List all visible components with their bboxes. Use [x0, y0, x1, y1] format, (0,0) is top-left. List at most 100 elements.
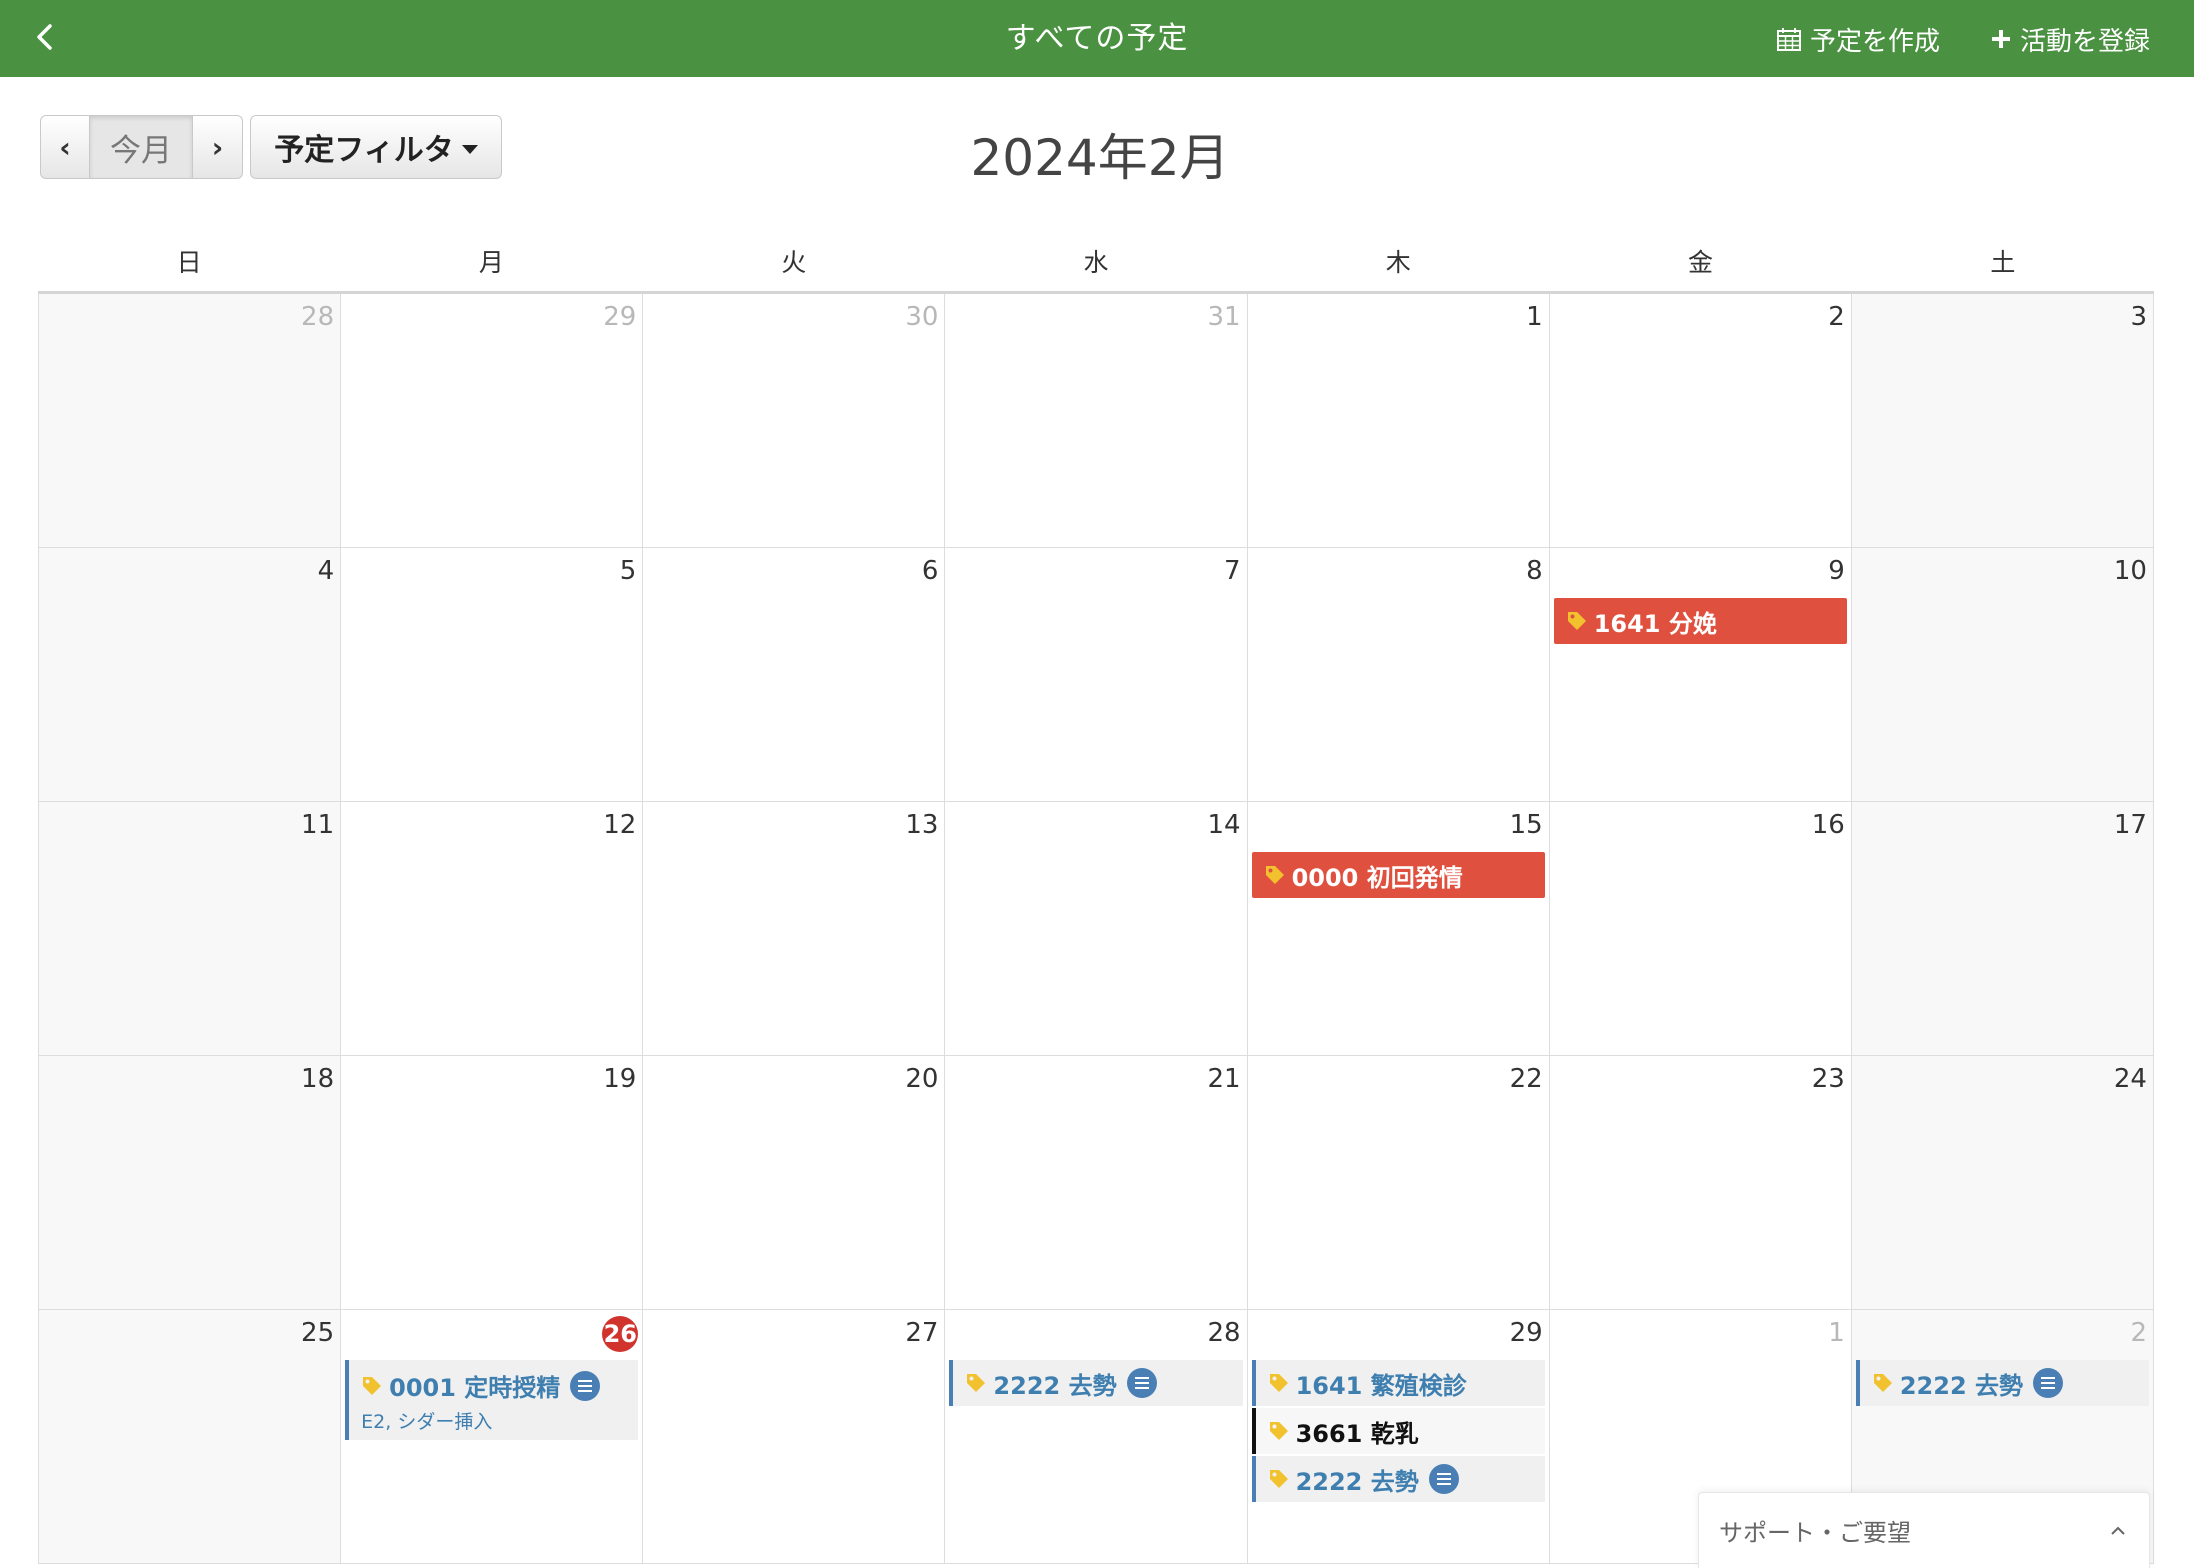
create-schedule-button[interactable]: 予定を作成: [1776, 14, 1940, 64]
tag-icon: [363, 1376, 382, 1395]
log-activity-label: 活動を登録: [2020, 26, 2151, 57]
day-cell[interactable]: 19: [340, 1056, 642, 1309]
schedule-filter-dropdown[interactable]: 予定フィルタ: [250, 115, 502, 179]
day-cell[interactable]: 1: [1246, 294, 1549, 547]
event-castration[interactable]: 2222 去勢: [1855, 1360, 2149, 1406]
day-number: 28: [1207, 1318, 1241, 1348]
memo-icon: [1126, 1368, 1157, 1398]
day-cell[interactable]: 9 1641 分娩: [1548, 548, 1851, 801]
day-cell[interactable]: 21: [944, 1056, 1246, 1309]
day-cell[interactable]: 28 2222 去勢: [944, 1310, 1246, 1563]
event-line: 1641 繁殖検診: [1268, 1366, 1537, 1401]
day-cell[interactable]: 8: [1246, 548, 1549, 801]
day-cell[interactable]: 7: [944, 548, 1246, 801]
day-number: 25: [301, 1318, 335, 1348]
day-cell[interactable]: 20: [642, 1056, 944, 1309]
day-cell[interactable]: 29: [340, 294, 642, 547]
day-number: 12: [603, 810, 637, 840]
day-cell[interactable]: 10: [1850, 548, 2154, 801]
tag-icon: [1269, 1470, 1288, 1488]
day-cell[interactable]: 13: [642, 802, 944, 1055]
month-nav-group: ‹ 今月 ›: [40, 115, 243, 179]
day-cell[interactable]: 25: [38, 1310, 341, 1563]
event-list: 0001 定時授精 E2, シダー挿入: [345, 1360, 639, 1442]
day-number: 6: [921, 556, 939, 586]
day-cell[interactable]: 3: [1850, 294, 2154, 547]
day-number: 22: [1509, 1064, 1543, 1094]
day-number: 7: [1224, 556, 1241, 586]
day-cell[interactable]: 23: [1548, 1056, 1851, 1309]
event-line: 2222 去勢: [1268, 1462, 1537, 1497]
day-cell[interactable]: 27: [642, 1310, 944, 1563]
event-breeding-check[interactable]: 1641 繁殖検診: [1251, 1360, 1545, 1406]
day-cell[interactable]: 31: [944, 294, 1246, 547]
day-number: 2: [1828, 302, 1845, 332]
day-number: 28: [301, 302, 335, 332]
day-number: 29: [603, 302, 637, 332]
day-cell[interactable]: 6: [642, 548, 944, 801]
day-number: 21: [1207, 1064, 1241, 1094]
day-cell[interactable]: 30: [642, 294, 944, 547]
app-header: すべての予定 予定を作成 活動を登録: [0, 0, 2194, 77]
tag-icon: [1269, 1374, 1288, 1392]
tag-icon: [967, 1374, 986, 1392]
next-month-button[interactable]: ›: [193, 115, 243, 179]
day-number: 20: [905, 1064, 939, 1094]
event-list: 2222 去勢: [1855, 1360, 2149, 1408]
week-row: 4 5 6 7 8 9 1641 分娩 10: [38, 548, 2154, 802]
weekday-wed: 水: [1083, 248, 1109, 277]
current-month-button[interactable]: 今月: [90, 115, 193, 179]
support-widget[interactable]: サポート・ご要望: [1698, 1492, 2150, 1568]
day-cell[interactable]: 16: [1548, 802, 1851, 1055]
tag-icon: [1265, 866, 1284, 884]
day-number: 10: [2113, 556, 2147, 586]
day-cell[interactable]: 15 0000 初回発情: [1246, 802, 1549, 1055]
day-cell[interactable]: 28: [38, 294, 341, 547]
day-cell-today[interactable]: 26 0001 定時授精 E2, シダー挿入: [340, 1310, 642, 1563]
event-dry-off[interactable]: 3661 乾乳: [1251, 1408, 1545, 1454]
day-cell[interactable]: 11: [38, 802, 341, 1055]
day-cell[interactable]: 12: [340, 802, 642, 1055]
day-number: 8: [1526, 556, 1543, 586]
day-cell[interactable]: 2: [1548, 294, 1851, 547]
day-cell[interactable]: 14: [944, 802, 1246, 1055]
log-activity-button[interactable]: 活動を登録: [1990, 14, 2150, 64]
week-row: 28 29 30 31 1 2 3: [38, 294, 2154, 548]
day-number: 27: [905, 1318, 939, 1348]
day-number: 17: [2113, 810, 2147, 840]
day-cell[interactable]: 24: [1850, 1056, 2154, 1309]
prev-month-button[interactable]: ‹: [40, 115, 90, 179]
weekday-sat: 土: [1990, 248, 2016, 277]
day-number: 1: [1828, 1318, 1845, 1348]
event-list: 1641 繁殖検診 3661 乾乳 2222 去勢: [1251, 1360, 1545, 1504]
chevron-left-icon: [37, 24, 52, 50]
back-button[interactable]: [22, 14, 68, 60]
event-list: 0000 初回発情: [1251, 852, 1545, 900]
day-cell[interactable]: 5: [340, 548, 642, 801]
tag-icon: [1269, 1422, 1288, 1440]
event-line: 3661 乾乳: [1268, 1414, 1537, 1449]
event-title: 0001 定時授精: [389, 1374, 561, 1402]
day-number: 24: [2113, 1064, 2147, 1094]
weekday-header: 日 月 火 水 木 金 土: [38, 240, 2154, 294]
day-number: 23: [1811, 1064, 1845, 1094]
event-first-estrus[interactable]: 0000 初回発情: [1251, 852, 1545, 898]
day-cell[interactable]: 18: [38, 1056, 341, 1309]
day-cell[interactable]: 22: [1246, 1056, 1549, 1309]
event-castration[interactable]: 2222 去勢: [949, 1360, 1243, 1406]
day-cell[interactable]: 4: [38, 548, 341, 801]
calendar-weeks: 28 29 30 31 1 2 3 4 5 6 7 8 9 1641 分娩 10…: [38, 294, 2154, 1564]
weekday-fri: 金: [1688, 248, 1714, 277]
memo-icon: [2033, 1368, 2063, 1398]
day-cell[interactable]: 29 1641 繁殖検診 3661 乾乳 2222 去勢: [1246, 1310, 1549, 1563]
day-cell[interactable]: 17: [1850, 802, 2154, 1055]
event-list: 2222 去勢: [949, 1360, 1243, 1408]
event-calving[interactable]: 1641 分娩: [1553, 598, 1847, 644]
event-line: 1641 分娩: [1566, 604, 1839, 639]
day-number: 18: [301, 1064, 335, 1094]
calendar-icon: [1777, 28, 1801, 51]
event-castration[interactable]: 2222 去勢: [1251, 1456, 1545, 1502]
tag-icon: [1873, 1374, 1892, 1392]
memo-icon: [570, 1370, 601, 1401]
event-timed-insemination[interactable]: 0001 定時授精 E2, シダー挿入: [345, 1360, 639, 1440]
